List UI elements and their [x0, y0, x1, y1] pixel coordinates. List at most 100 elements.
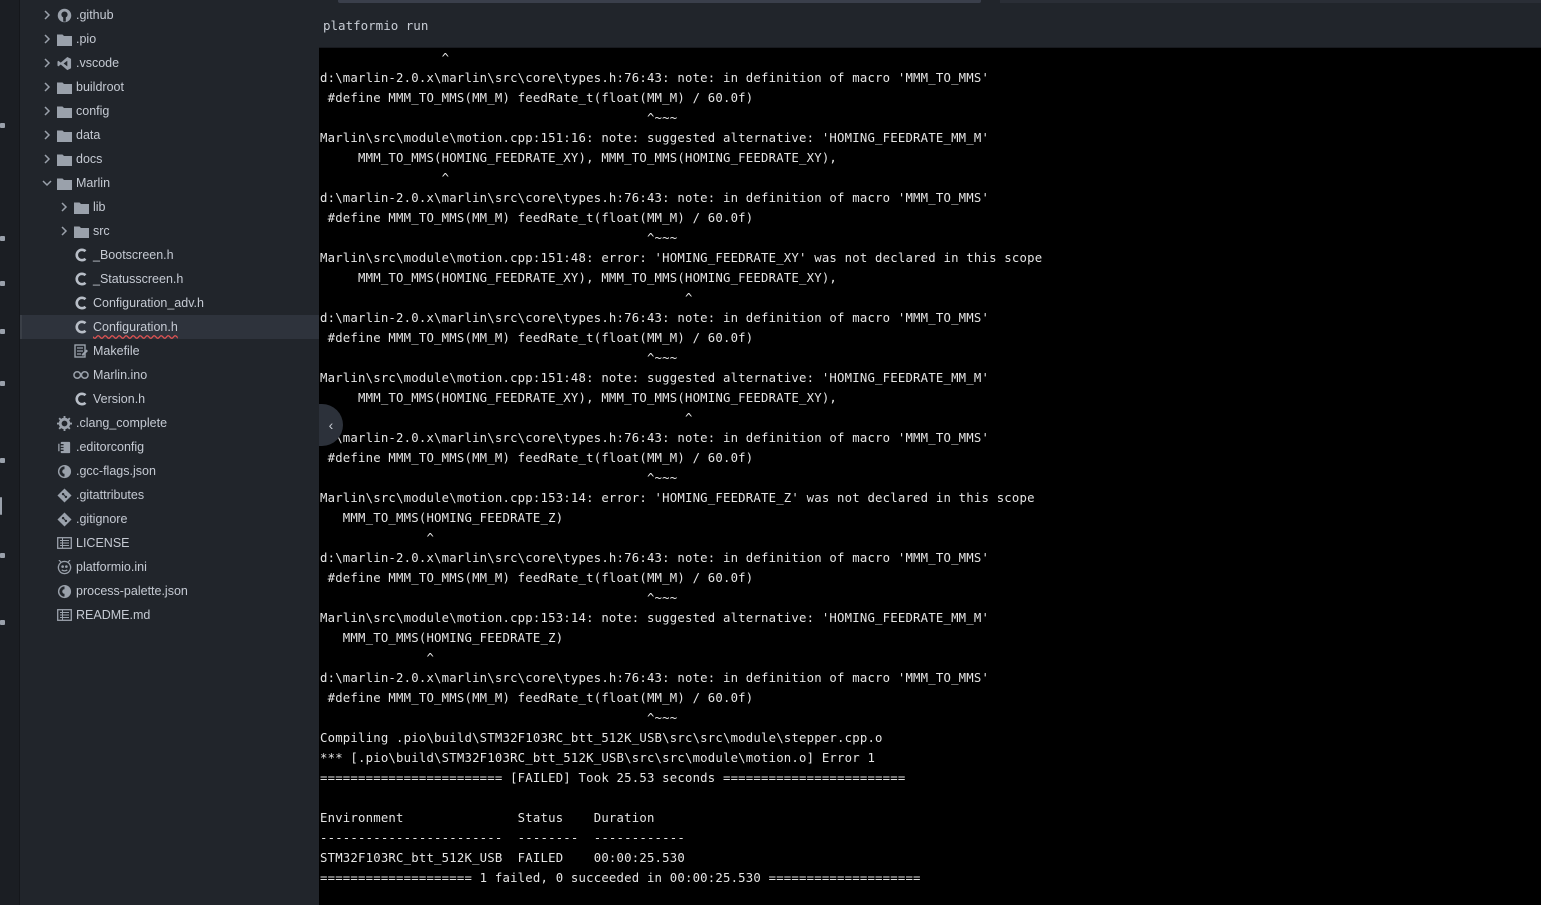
activity-icon[interactable] — [0, 458, 5, 463]
gear-icon — [56, 415, 72, 431]
terminal-line: ^ — [320, 411, 693, 425]
folder-icon — [56, 103, 72, 119]
activity-icon[interactable] — [0, 123, 5, 128]
tree-item-label: Marlin — [76, 176, 111, 190]
activity-icon[interactable] — [0, 620, 5, 625]
tree-item-label: .vscode — [76, 56, 120, 70]
tree-item-label: .gitignore — [76, 512, 128, 526]
vscode-icon — [56, 55, 72, 71]
file-tree: .github .pio .vscode buildroot config data doc… — [20, 0, 319, 905]
editorconfig-icon — [56, 439, 72, 455]
tree-item[interactable]: Marlin.ino — [20, 363, 319, 387]
terminal-line: ^~~~ — [320, 351, 678, 365]
activity-icon[interactable] — [0, 553, 5, 558]
tree-item[interactable]: .gitignore — [20, 507, 319, 531]
activity-icon[interactable] — [0, 381, 5, 386]
chevron-right-icon[interactable] — [42, 75, 52, 99]
chevron-right-icon[interactable] — [42, 99, 52, 123]
terminal-line: ^ — [320, 291, 693, 305]
tree-item-label: Marlin.ino — [93, 368, 148, 382]
tree-item[interactable]: _Bootscreen.h — [20, 243, 319, 267]
terminal-line: ^ — [320, 51, 450, 65]
chevron-right-icon[interactable] — [42, 3, 52, 27]
tree-item[interactable]: .clang_complete — [20, 411, 319, 435]
tab-strip[interactable] — [338, 0, 981, 3]
tree-item[interactable]: README.md — [20, 603, 319, 627]
chevron-right-icon[interactable] — [42, 147, 52, 171]
terminal-line: d:\marlin-2.0.x\marlin\src\core\types.h:… — [320, 671, 990, 685]
platformio-icon — [56, 559, 72, 575]
terminal-line: #define MMM_TO_MMS(MM_M) feedRate_t(floa… — [320, 691, 754, 705]
tree-item-label: process-palette.json — [76, 584, 188, 598]
tree-item[interactable]: .vscode — [20, 51, 319, 75]
terminal-line: Marlin\src\module\motion.cpp:151:48: not… — [320, 371, 990, 385]
terminal-output[interactable]: ^ d:\marlin-2.0.x\marlin\src\core\types.h… — [319, 48, 1541, 905]
terminal-line: ^~~~ — [320, 591, 678, 605]
terminal-line: ==================== 1 failed, 0 succeed… — [320, 871, 921, 885]
tree-item[interactable]: platformio.ini — [20, 555, 319, 579]
tree-item[interactable]: LICENSE — [20, 531, 319, 555]
folder-icon — [56, 79, 72, 95]
chevron-right-icon[interactable] — [59, 219, 69, 243]
tree-item-label: platformio.ini — [76, 560, 147, 574]
c-file-icon — [73, 319, 89, 335]
tree-item[interactable]: process-palette.json — [20, 579, 319, 603]
chevron-down-icon[interactable] — [42, 171, 52, 195]
tree-item[interactable]: .gcc-flags.json — [20, 459, 319, 483]
activity-icon[interactable] — [0, 329, 5, 334]
tree-item[interactable]: Configuration.h — [20, 315, 319, 339]
terminal-line: ^ — [320, 531, 435, 545]
tree-item[interactable]: lib — [20, 195, 319, 219]
chevron-right-icon[interactable] — [42, 51, 52, 75]
chevron-right-icon[interactable] — [59, 195, 69, 219]
terminal-line: Compiling .pio\build\STM32F103RC_btt_512… — [320, 731, 883, 745]
tree-item[interactable]: Makefile — [20, 339, 319, 363]
chevron-right-icon[interactable] — [42, 27, 52, 51]
activity-icon[interactable] — [0, 281, 5, 286]
chevron-left-icon: ‹ — [328, 417, 334, 433]
terminal-line: ------------------------ -------- ------… — [320, 831, 685, 845]
tree-item[interactable]: .github — [20, 3, 319, 27]
tree-item[interactable]: data — [20, 123, 319, 147]
terminal-line: Environment Status Duration — [320, 811, 655, 825]
tree-item[interactable]: config — [20, 99, 319, 123]
tree-item-label: lib — [93, 200, 106, 214]
git-icon — [56, 487, 72, 503]
tree-item[interactable]: buildroot — [20, 75, 319, 99]
tree-item[interactable]: .editorconfig — [20, 435, 319, 459]
arduino-icon — [73, 367, 89, 383]
activity-indicator — [0, 497, 2, 515]
terminal-line: MMM_TO_MMS(HOMING_FEEDRATE_XY), MMM_TO_M… — [320, 271, 838, 285]
tree-item[interactable]: docs — [20, 147, 319, 171]
folder-icon — [73, 199, 89, 215]
tree-item[interactable]: _Statusscreen.h — [20, 267, 319, 291]
c-file-icon — [73, 247, 89, 263]
terminal-line: d:\marlin-2.0.x\marlin\src\core\types.h:… — [320, 431, 990, 445]
folder-icon — [56, 127, 72, 143]
tree-item[interactable]: Configuration_adv.h — [20, 291, 319, 315]
readme-icon — [56, 607, 72, 623]
tree-item[interactable]: Marlin — [20, 171, 319, 195]
terminal-line: d:\marlin-2.0.x\marlin\src\core\types.h:… — [320, 191, 990, 205]
tree-item[interactable]: Version.h — [20, 387, 319, 411]
tree-item[interactable]: src — [20, 219, 319, 243]
tree-item-label: config — [76, 104, 110, 118]
terminal-line: #define MMM_TO_MMS(MM_M) feedRate_t(floa… — [320, 91, 754, 105]
tree-item[interactable]: .pio — [20, 27, 319, 51]
tab-strip[interactable] — [1000, 0, 1541, 3]
chevron-right-icon[interactable] — [42, 123, 52, 147]
tree-item-label: src — [93, 224, 110, 238]
activity-icon[interactable] — [0, 236, 5, 241]
tree-item-label: data — [76, 128, 101, 142]
tree-item[interactable]: .gitattributes — [20, 483, 319, 507]
